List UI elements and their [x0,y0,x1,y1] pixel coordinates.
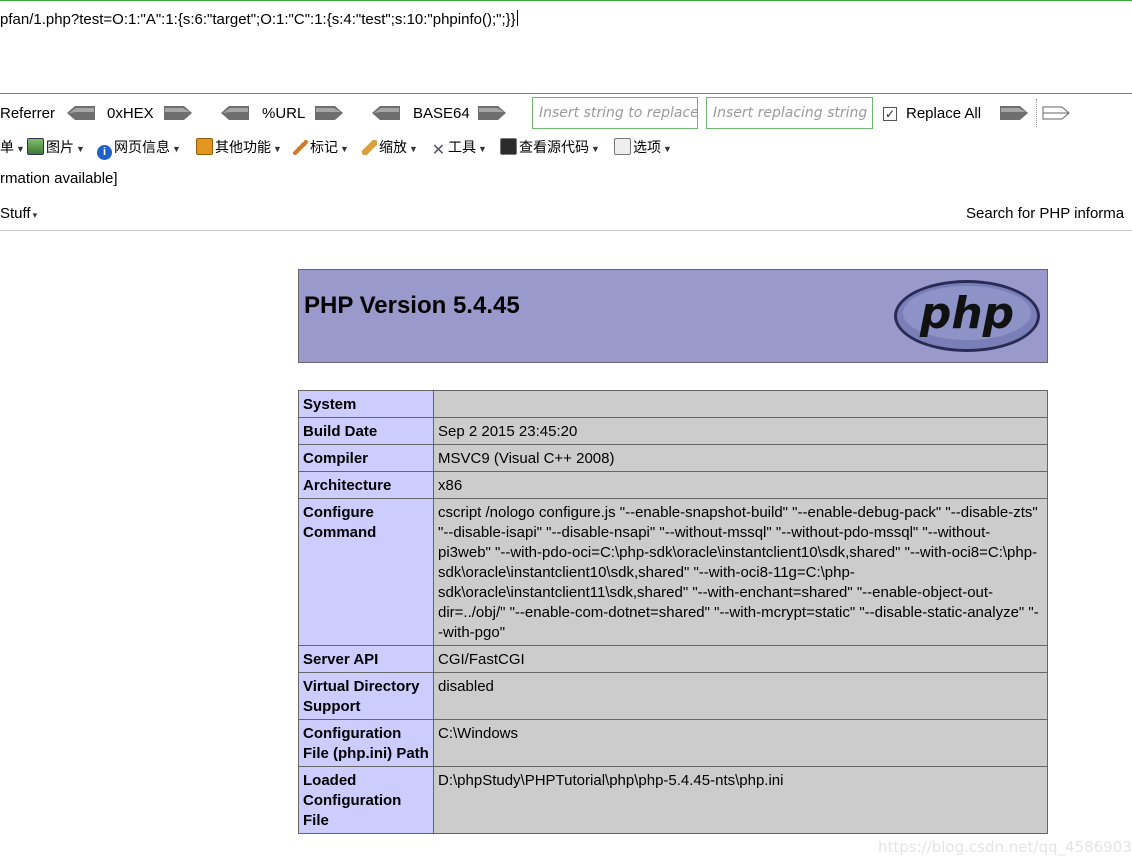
php-info-value: x86 [433,471,1048,499]
php-info-key: Loaded Configuration File [298,766,434,834]
php-info-key: System [298,390,434,418]
chevron-down-icon: ▼ [172,144,181,154]
chevron-down-icon: ▼ [663,144,672,154]
menu-item-view-source[interactable]: 查看源代码 ▼ [500,137,600,157]
referrer-button[interactable]: Referrer [0,105,55,122]
arrow-right-outline-icon[interactable] [1042,106,1070,120]
php-info-row: Build Date Sep 2 2015 23:45:20 [298,417,1048,445]
menu-item-misc[interactable]: 其他功能 ▼ [196,137,282,157]
php-info-row: Server API CGI/FastCGI [298,645,1048,673]
tools-icon: ✕ [431,142,446,159]
pencil-icon [293,140,308,155]
arrow-right-icon[interactable] [315,106,343,120]
info-icon: i [97,145,112,160]
stuff-menu[interactable]: Stuff ▾ [0,205,37,222]
toolbar-divider [0,230,1132,231]
php-info-row: Virtual Directory Support disabled [298,672,1048,720]
php-version-title: PHP Version 5.4.45 [304,292,520,319]
arrow-left-icon[interactable] [372,106,400,120]
arrow-left-icon[interactable] [221,106,249,120]
php-info-value: cscript /nologo configure.js "--enable-s… [433,498,1048,646]
php-info-value [433,390,1048,418]
options-icon [614,138,631,155]
chevron-down-icon: ▼ [409,144,418,154]
php-info-value: CGI/FastCGI [433,645,1048,673]
menu-item-images[interactable]: 图片 ▼ [27,137,85,157]
php-info-row: Configure Command cscript /nologo configu… [298,498,1048,646]
php-info-value: D:\phpStudy\PHPTutorial\php\php-5.4.45-n… [433,766,1048,834]
php-info-row: Architecture x86 [298,471,1048,499]
url-encode-button[interactable]: %URL [262,105,305,122]
php-info-value: Sep 2 2015 23:45:20 [433,417,1048,445]
menu-item-outline[interactable]: 标记 ▼ [293,137,349,157]
source-icon [500,138,517,155]
folder-icon [196,138,213,155]
menu-item-tools[interactable]: ✕ 工具 ▼ [431,137,487,159]
php-info-key: Configure Command [298,498,434,646]
chevron-down-icon: ▾ [32,210,38,220]
chevron-down-icon: ▼ [340,144,349,154]
chevron-down-icon: ▼ [273,144,282,154]
php-info-key: Configuration File (php.ini) Path [298,719,434,767]
toolbar-separator [1036,99,1037,127]
php-info-key: Virtual Directory Support [298,672,434,720]
replace-all-label: Replace All [906,105,982,122]
menu-item-page-info[interactable]: i 网页信息 ▼ [97,137,181,160]
url-bar[interactable]: pfan/1.php?test=O:1:"A":1:{s:6:"target";… [0,0,1132,94]
arrow-right-icon[interactable] [478,106,506,120]
chevron-down-icon: ▼ [478,144,487,154]
arrow-left-icon[interactable] [67,106,95,120]
hackbar-toolbar: Referrer 0xHEX %URL BASE64 Insert string… [0,95,1132,131]
php-info-row: Loaded Configuration File D:\phpStudy\PHP… [298,766,1048,834]
image-icon [27,138,44,155]
php-info-value: C:\Windows [433,719,1048,767]
chevron-down-icon: ▼ [16,144,25,154]
php-info-key: Compiler [298,444,434,472]
php-info-row: System [298,390,1048,418]
text-caret [516,10,518,26]
arrow-right-icon[interactable] [164,106,192,120]
find-string-input[interactable]: Insert string to replace [532,97,698,129]
menu-item-resize[interactable]: 缩放 ▼ [362,137,418,157]
php-info-table: System Build Date Sep 2 2015 23:45:20 Comp… [298,390,1048,834]
menu-item-options[interactable]: 选项 ▼ [614,137,672,157]
php-info-key: Server API [298,645,434,673]
menu-item-menu[interactable]: 单 ▼ [0,137,25,157]
search-php-link[interactable]: Search for PHP informa [966,205,1124,222]
ruler-icon [362,140,377,155]
replace-all-checkbox[interactable]: ✓ [883,107,897,121]
url-input[interactable]: pfan/1.php?test=O:1:"A":1:{s:6:"target";… [0,10,518,28]
php-logo: php [892,278,1042,359]
php-info-value: MSVC9 (Visual C++ 2008) [433,444,1048,472]
info-status-text: rmation available] [0,170,118,187]
base64-button[interactable]: BASE64 [413,105,470,122]
php-info-key: Build Date [298,417,434,445]
php-logo-text: php [919,288,1014,339]
watermark: https://blog.csdn.net/qq_45869039 [878,838,1132,856]
chevron-down-icon: ▼ [591,144,600,154]
chevron-down-icon: ▼ [76,144,85,154]
web-developer-menubar: 单 ▼ 图片 ▼ i 网页信息 ▼ 其他功能 ▼ 标记 ▼ 缩放 ▼ ✕ 工具 ▼ 查看源代码 ▼ … [0,134,1132,160]
arrow-right-icon[interactable] [1000,106,1028,120]
php-info-row: Compiler MSVC9 (Visual C++ 2008) [298,444,1048,472]
php-info-value: disabled [433,672,1048,720]
hex-button[interactable]: 0xHEX [107,105,154,122]
php-version-header: PHP Version 5.4.45 php [298,269,1048,363]
replace-string-input[interactable]: Insert replacing string [706,97,873,129]
php-info-row: Configuration File (php.ini) Path C:\Wind… [298,719,1048,767]
php-info-key: Architecture [298,471,434,499]
